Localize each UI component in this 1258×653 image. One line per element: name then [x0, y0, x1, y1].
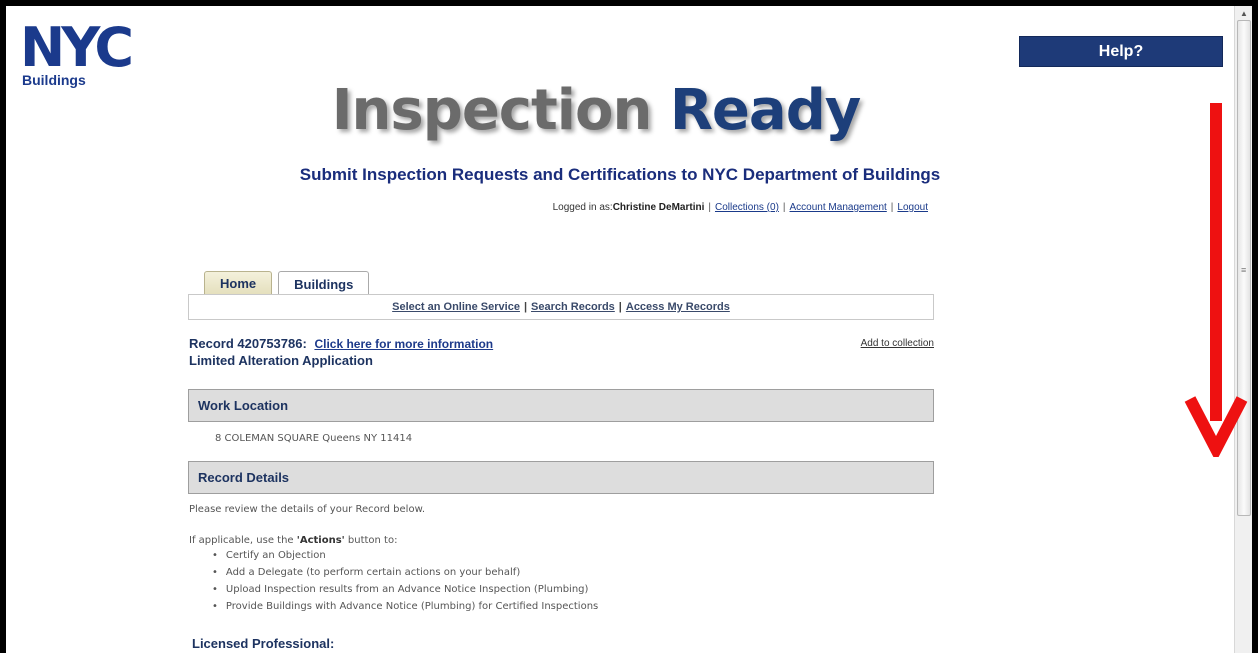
select-online-service-link[interactable]: Select an Online Service [392, 301, 520, 313]
tab-home[interactable]: Home [204, 271, 273, 295]
login-bar: Logged in as:Christine DeMartini | Collect… [552, 202, 928, 213]
actions-prefix: If applicable, use the [189, 535, 297, 546]
more-information-link[interactable]: Click here for more information [314, 337, 493, 351]
main-tabs: Home Buildings [204, 271, 370, 296]
add-to-collection-link[interactable]: Add to collection [806, 338, 934, 349]
scroll-up-arrow-icon[interactable]: ▲ [1235, 6, 1252, 20]
list-item: Certify an Objection [212, 550, 598, 567]
record-number: Record 420753786: [189, 336, 307, 351]
nyc-logo-text: NYC [20, 20, 131, 72]
licensed-professional-heading: Licensed Professional: [192, 636, 335, 651]
browser-page: NYC Buildings Help? Inspection Ready Sub… [6, 6, 1252, 653]
list-item: Add a Delegate (to perform certain actio… [212, 567, 598, 584]
record-details-intro: Please review the details of your Record… [189, 504, 426, 515]
work-location-heading[interactable]: Work Location [188, 389, 934, 422]
logged-in-user: Christine DeMartini [612, 202, 705, 213]
help-button[interactable]: Help? [1019, 36, 1223, 67]
record-type: Limited Alteration Application [189, 353, 373, 368]
nyc-logo-mark: NYC [20, 20, 135, 72]
title-word-inspection: Inspection [331, 78, 653, 143]
search-records-link[interactable]: Search Records [531, 301, 615, 313]
logout-link[interactable]: Logout [897, 202, 928, 213]
sub-navigation: Select an Online Service | Search Records |… [188, 294, 934, 320]
actions-list: Certify an Objection Add a Delegate (to … [212, 550, 598, 618]
tab-buildings[interactable]: Buildings [278, 271, 370, 296]
page-title: Inspection Ready [6, 78, 1186, 143]
record-number-line: Record 420753786: Click here for more in… [189, 336, 493, 351]
arrow-shaft [1210, 103, 1222, 421]
actions-instructions: If applicable, use the 'Actions' button … [189, 535, 397, 546]
page-subtitle: Submit Inspection Requests and Certifica… [299, 165, 941, 184]
actions-suffix: button to: [344, 535, 398, 546]
account-management-link[interactable]: Account Management [790, 202, 887, 213]
logged-in-prefix: Logged in as: [552, 202, 613, 213]
list-item: Upload Inspection results from an Advanc… [212, 584, 598, 601]
list-item: Provide Buildings with Advance Notice (P… [212, 601, 598, 618]
red-down-arrow-icon [1184, 103, 1248, 457]
access-my-records-link[interactable]: Access My Records [626, 301, 730, 313]
actions-word: 'Actions' [296, 535, 345, 546]
work-location-address: 8 COLEMAN SQUARE Queens NY 11414 [215, 433, 413, 444]
collections-link[interactable]: Collections (0) [715, 202, 779, 213]
title-word-ready: Ready [669, 78, 861, 143]
record-details-heading[interactable]: Record Details [188, 461, 934, 494]
